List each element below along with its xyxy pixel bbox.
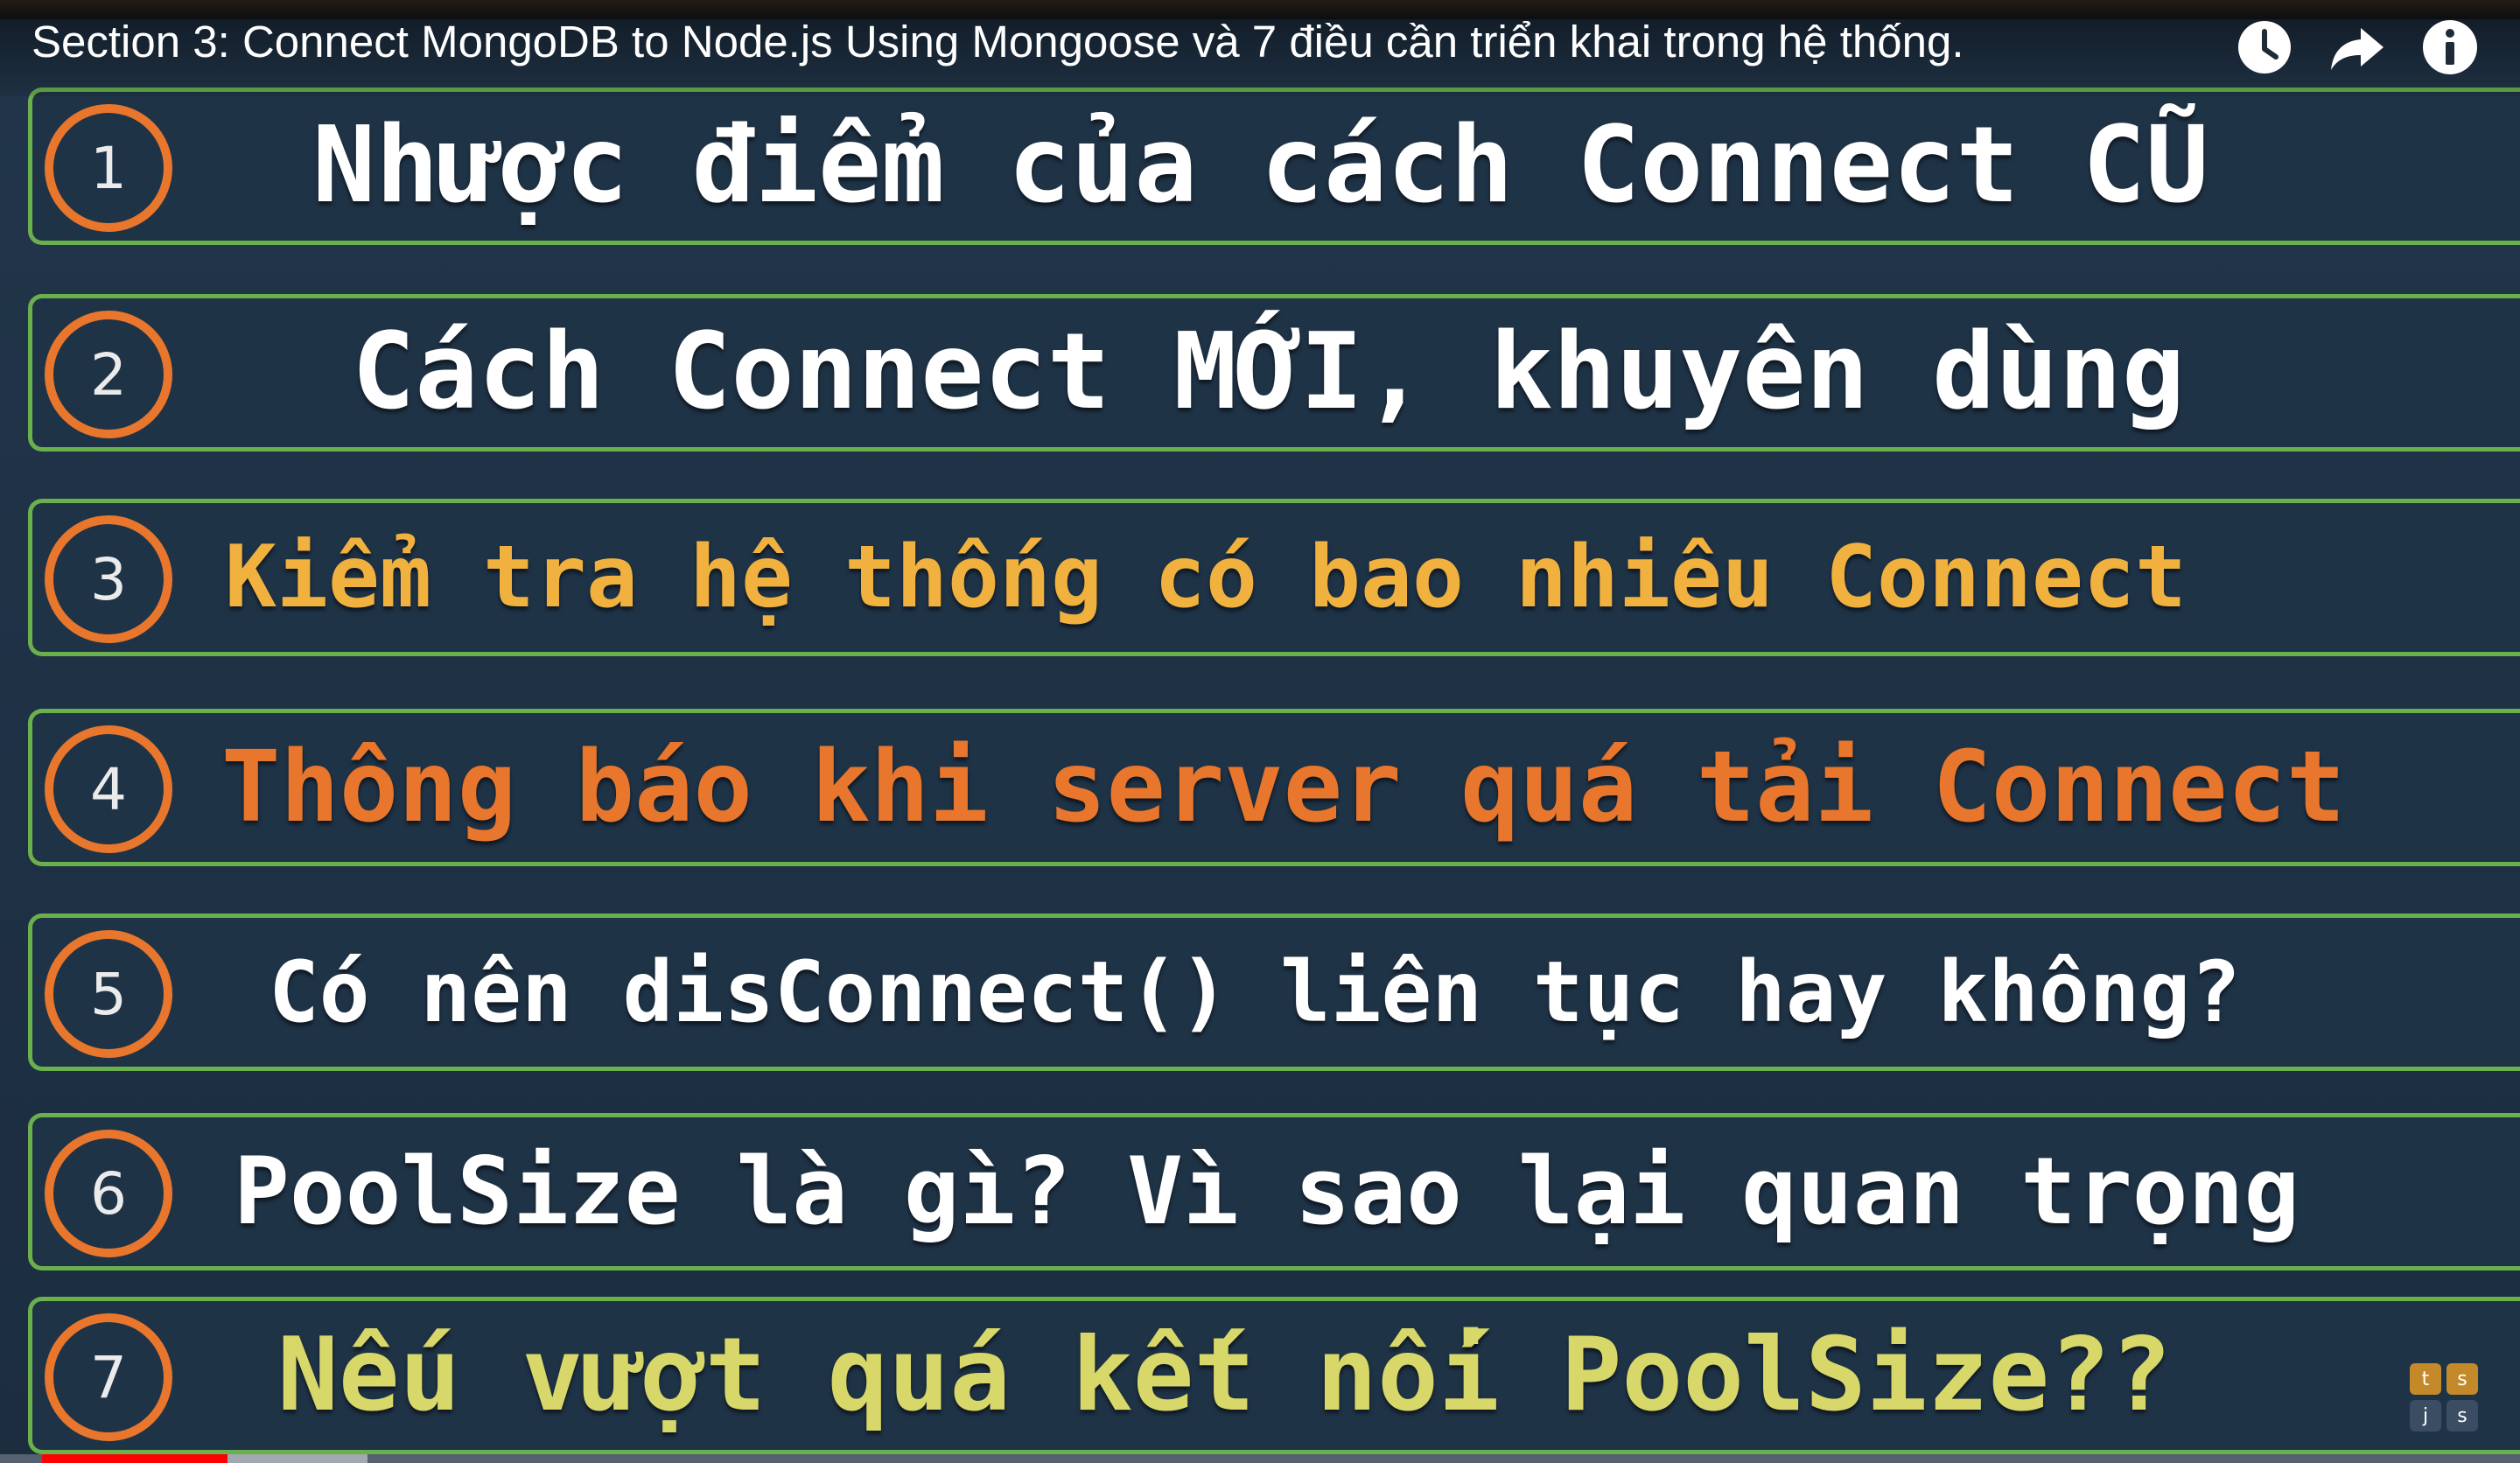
item-text: Thông báo khi server quá tải Connect	[221, 731, 2346, 844]
info-button[interactable]	[2418, 16, 2482, 79]
watermark-cell: j	[2410, 1400, 2441, 1432]
buffered-segment	[228, 1454, 368, 1463]
info-icon	[2423, 20, 2477, 74]
item-text: Cách Connect MỚI, khuyên dùng	[352, 312, 2186, 433]
item-text: Kiểm tra hệ thống có bao nhiêu Connect	[225, 528, 2188, 627]
item-number-badge: 5	[45, 930, 172, 1058]
item-number-badge: 3	[45, 515, 172, 643]
channel-watermark[interactable]: t s j s	[2410, 1363, 2478, 1432]
video-title[interactable]: Section 3: Connect MongoDB to Node.js Us…	[32, 16, 2219, 67]
item-text: Nếu vượt quá kết nối PoolSize??	[277, 1316, 2172, 1434]
clock-icon	[2238, 21, 2291, 74]
share-button[interactable]	[2326, 16, 2389, 79]
item-text: Nhược điểm của cách Connect CŨ	[312, 105, 2209, 227]
watermark-cell: s	[2446, 1363, 2478, 1395]
list-item: 2 Cách Connect MỚI, khuyên dùng	[28, 294, 2520, 452]
video-player[interactable]: 1 Nhược điểm của cách Connect CŨ 2 Cách …	[0, 0, 2520, 1463]
progress-bar[interactable]	[0, 1454, 2520, 1463]
watermark-cell: t	[2410, 1363, 2441, 1395]
list-item: 3 Kiểm tra hệ thống có bao nhiêu Connect	[28, 499, 2520, 656]
list-item: 5 Có nên disConnect() liên tục hay không…	[28, 914, 2520, 1071]
item-number-badge: 1	[45, 104, 172, 232]
item-number-badge: 2	[45, 311, 172, 438]
list-item: 1 Nhược điểm của cách Connect CŨ	[28, 88, 2520, 245]
list-item: 7 Nếu vượt quá kết nối PoolSize??	[28, 1297, 2520, 1454]
list-item: 4 Thông báo khi server quá tải Connect	[28, 709, 2520, 866]
item-text: PoolSize là gì? Vì sao lại quan trọng	[234, 1138, 2300, 1245]
watch-later-button[interactable]	[2233, 16, 2296, 79]
list-item: 6 PoolSize là gì? Vì sao lại quan trọng	[28, 1113, 2520, 1270]
item-text: Có nên disConnect() liên tục hay không?	[269, 943, 2242, 1041]
item-number-badge: 6	[45, 1130, 172, 1257]
played-segment	[42, 1454, 228, 1463]
item-number-badge: 7	[45, 1313, 172, 1441]
item-number-badge: 4	[45, 725, 172, 853]
watermark-cell: s	[2446, 1400, 2478, 1432]
share-arrow-icon	[2331, 28, 2384, 70]
